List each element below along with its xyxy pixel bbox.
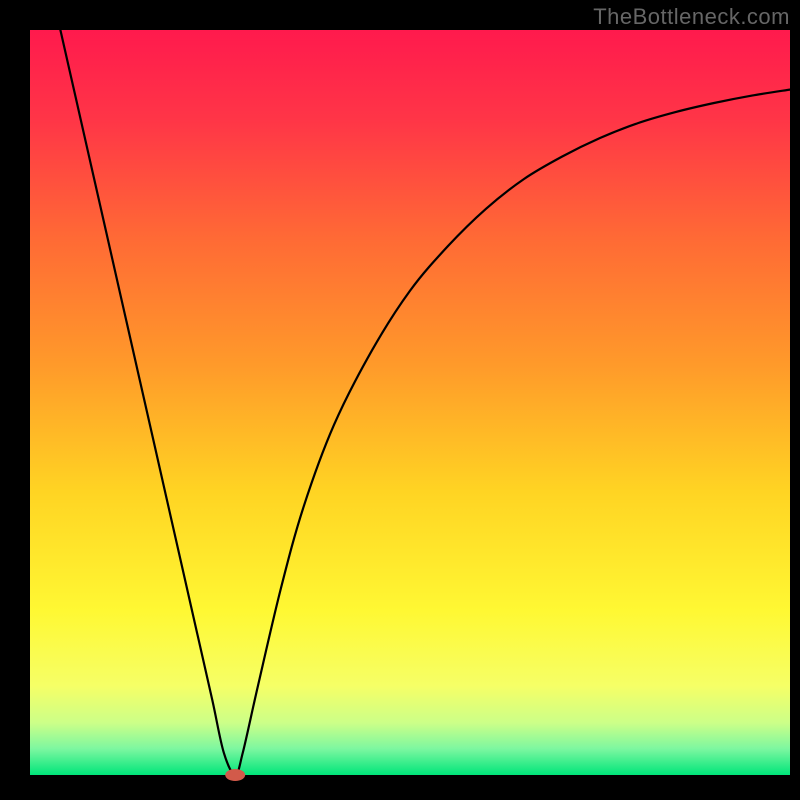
min-point-marker (225, 769, 245, 781)
chart-frame: TheBottleneck.com (0, 0, 800, 800)
bottleneck-chart (0, 0, 800, 800)
watermark-text: TheBottleneck.com (593, 4, 790, 30)
